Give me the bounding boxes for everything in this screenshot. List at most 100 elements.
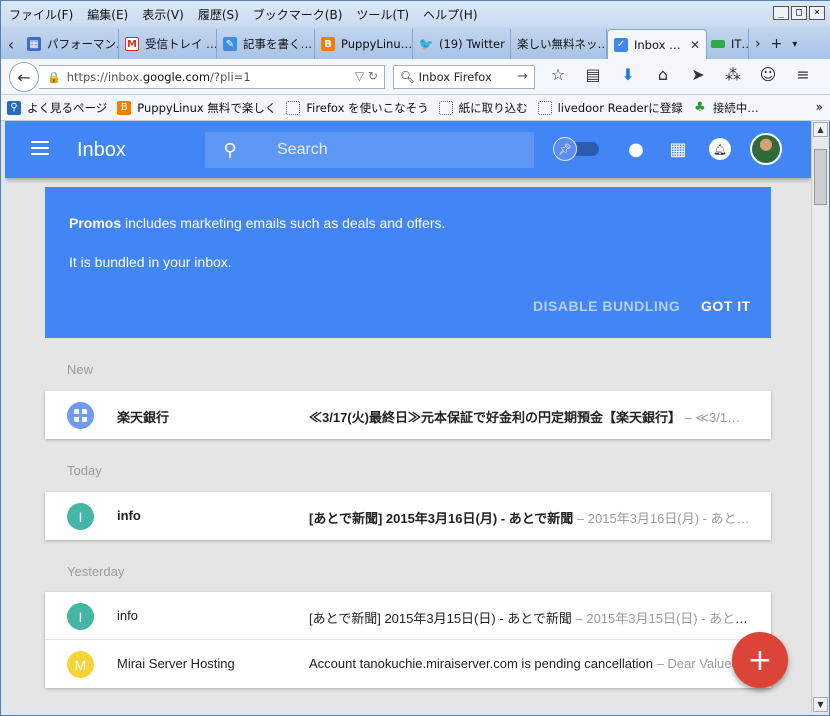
url-bar[interactable]: 🔒 https://inbox. google.com/?pli=1 ▽ ↻ bbox=[39, 65, 385, 89]
apps-grid-icon[interactable]: ▦ bbox=[665, 139, 691, 160]
tab-inbox[interactable]: ✓ Inbox … ✕ bbox=[607, 29, 707, 59]
tab-label: 受信トレイ … bbox=[145, 37, 217, 51]
tab-twitter[interactable]: 🐦 (19) Twitter bbox=[413, 29, 511, 59]
bookmark-livedoor[interactable]: livedoor Readerに登録 bbox=[537, 100, 683, 116]
list-item[interactable]: I info [あとで新聞] 2015年3月15日(日) - あとで新聞 – 2… bbox=[45, 592, 771, 640]
snippet: – 2015年3月15日(日) - あとで… bbox=[571, 611, 758, 626]
search-icon: ⚲ bbox=[223, 139, 237, 161]
gmail-icon: M bbox=[125, 37, 139, 51]
inbox-icon: ✓ bbox=[614, 37, 628, 52]
bookmark-puppylinux[interactable]: B PuppyLinux 無料で楽しく bbox=[117, 100, 276, 116]
promo-line-2: It is bundled in your inbox. bbox=[69, 254, 232, 270]
home-icon[interactable]: ⌂ bbox=[652, 65, 674, 84]
subject: [あとで新聞] 2015年3月15日(日) - あとで新聞 bbox=[309, 611, 572, 626]
tab-label: 楽しい無料ネッ… bbox=[517, 37, 607, 51]
disable-bundling-button[interactable]: DISABLE BUNDLING bbox=[533, 298, 680, 314]
green-icon bbox=[711, 40, 725, 48]
menu-bookmarks[interactable]: ブックマーク(B) bbox=[253, 6, 343, 23]
send-icon[interactable]: ➤ bbox=[687, 65, 709, 84]
magnifier-icon: 🔍︎ bbox=[400, 70, 415, 84]
section-label-new: New bbox=[67, 362, 94, 377]
tab-gmail[interactable]: M 受信トレイ … bbox=[119, 29, 217, 59]
tab-puppylinux[interactable]: B PuppyLinu… bbox=[315, 29, 413, 59]
list-item[interactable]: M Mirai Server Hosting Account tanokuchi… bbox=[45, 640, 771, 688]
navigation-bar: ← 🔒 https://inbox. google.com/?pli=1 ▽ ↻ … bbox=[1, 59, 830, 95]
sender: Mirai Server Hosting bbox=[117, 656, 235, 671]
close-window-button[interactable]: × bbox=[809, 6, 825, 20]
tab-scroll-left-icon[interactable]: ‹ bbox=[1, 29, 21, 59]
bookmark-paper[interactable]: 紙に取り込む bbox=[438, 100, 528, 116]
new-tab-icon[interactable]: + bbox=[771, 36, 783, 52]
bookmark-frequent[interactable]: ⚲ よく見るページ bbox=[7, 100, 107, 116]
tab-label: PuppyLinu… bbox=[341, 37, 413, 51]
scroll-up-icon[interactable]: ▲ bbox=[813, 122, 828, 137]
tab-label: 記事を書く… bbox=[243, 37, 312, 51]
menu-file[interactable]: ファイル(F) bbox=[9, 6, 73, 23]
reminder-bulb-icon[interactable]: ● bbox=[623, 139, 649, 160]
pin-icon: 📌︎ bbox=[553, 137, 577, 161]
bookmark-firefox[interactable]: Firefox を使いこなそう bbox=[286, 100, 429, 116]
sender: info bbox=[117, 508, 141, 523]
avatar[interactable] bbox=[750, 133, 782, 165]
menu-view[interactable]: 表示(V) bbox=[142, 6, 184, 23]
history-dropdown-icon[interactable]: ▽ bbox=[355, 69, 364, 83]
menu-tools[interactable]: ツール(T) bbox=[356, 6, 409, 23]
minimize-button[interactable]: _ bbox=[773, 6, 789, 20]
pinned-toggle[interactable]: 📌︎ bbox=[553, 137, 601, 161]
tab-performance[interactable]: ▦ パフォーマン… bbox=[21, 29, 119, 59]
maximize-button[interactable]: □ bbox=[791, 6, 807, 20]
reload-icon[interactable]: ↻ bbox=[368, 69, 378, 83]
url-suffix: /?pli=1 bbox=[210, 70, 251, 84]
vertical-scrollbar[interactable]: ▲ ▼ bbox=[811, 121, 828, 713]
list-item[interactable]: 楽天銀行 ≪3/17(火)最終日≫元本保証で好金利の円定期預金【楽天銀行】 – … bbox=[45, 391, 771, 439]
tab-label: Inbox … bbox=[634, 37, 681, 52]
dotted-page-icon bbox=[537, 100, 552, 115]
menu-bar: ファイル(F) 編集(E) 表示(V) 履歴(S) ブックマーク(B) ツール(… bbox=[1, 1, 830, 27]
tab-free-net[interactable]: 楽しい無料ネッ… bbox=[511, 29, 607, 59]
got-it-button[interactable]: GOT IT bbox=[701, 298, 751, 314]
app-icons: ● ▦ bbox=[623, 139, 691, 160]
scroll-thumb[interactable] bbox=[814, 149, 827, 205]
download-icon[interactable]: ⬇ bbox=[617, 65, 639, 84]
bookmarks-bar: ⚲ よく見るページ B PuppyLinux 無料で楽しく Firefox を使いこ… bbox=[1, 95, 830, 121]
bundle-icon bbox=[67, 402, 94, 429]
notifications-bell-icon[interactable]: 🔔︎ bbox=[709, 138, 731, 160]
tab-scroll-right-icon[interactable]: › bbox=[755, 36, 761, 52]
menu-help[interactable]: ヘルプ(H) bbox=[423, 6, 477, 23]
star-icon[interactable]: ☆ bbox=[547, 65, 569, 84]
bookmark-label: よく見るページ bbox=[27, 100, 108, 115]
hamburger-icon[interactable] bbox=[31, 141, 49, 155]
reading-list-icon[interactable]: ▤ bbox=[582, 65, 604, 84]
scroll-down-icon[interactable]: ▼ bbox=[813, 697, 828, 712]
snippet: – Dear Valued bbox=[652, 656, 739, 671]
menu-edit[interactable]: 編集(E) bbox=[87, 6, 128, 23]
promo-bold: Promos bbox=[69, 215, 122, 231]
smiley-icon[interactable]: ☺ bbox=[757, 65, 779, 84]
bookmarks-overflow-icon[interactable]: » bbox=[816, 100, 823, 114]
clover-icon: ♣ bbox=[693, 100, 706, 115]
subject-line: [あとで新聞] 2015年3月16日(月) - あとで新聞 – 2015年3月1… bbox=[309, 508, 757, 527]
close-tab-icon[interactable]: ✕ bbox=[690, 38, 700, 52]
search-placeholder: Search bbox=[277, 141, 328, 158]
lock-icon: 🔒 bbox=[47, 70, 61, 84]
list-item[interactable]: I info [あとで新聞] 2015年3月16日(月) - あとで新聞 – 2… bbox=[45, 492, 771, 540]
bookmark-connecting[interactable]: ♣ 接続中… bbox=[693, 100, 759, 116]
section-new-card: 楽天銀行 ≪3/17(火)最終日≫元本保証で好金利の円定期預金【楽天銀行】 – … bbox=[45, 391, 771, 439]
subject: Account tanokuchie.miraiserver.com is pe… bbox=[309, 656, 653, 671]
hamburger-menu-icon[interactable]: ≡ bbox=[792, 65, 814, 84]
window-controls: _ □ × bbox=[773, 6, 825, 20]
compose-fab-button[interactable]: + bbox=[732, 632, 788, 688]
share-icon[interactable]: ⁂ bbox=[722, 65, 744, 84]
bookmark-label: livedoor Readerに登録 bbox=[557, 100, 683, 115]
search-go-icon[interactable]: → bbox=[517, 69, 528, 84]
tab-write-article[interactable]: ✎ 記事を書く… bbox=[217, 29, 315, 59]
search-engine-box[interactable]: 🔍︎ Inbox Firefox → bbox=[393, 65, 535, 89]
section-label-yesterday: Yesterday bbox=[67, 564, 125, 579]
search-input[interactable]: ⚲ Search bbox=[205, 132, 534, 168]
menu-history[interactable]: 履歴(S) bbox=[198, 6, 239, 23]
back-button[interactable]: ← bbox=[9, 62, 39, 92]
tab-it[interactable]: IT… bbox=[707, 29, 749, 59]
tab-list-chevron-down-icon[interactable]: ▾ bbox=[792, 39, 797, 50]
url-prefix: https://inbox. bbox=[66, 70, 143, 84]
tab-label: (19) Twitter bbox=[439, 37, 505, 51]
